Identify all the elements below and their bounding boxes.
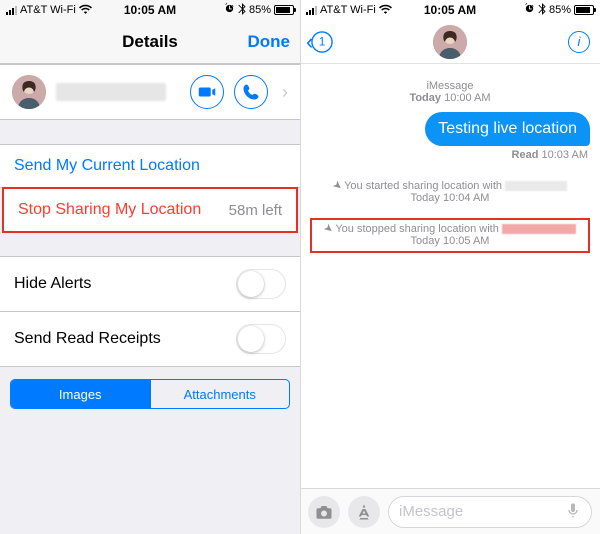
contact-row[interactable]: ›: [0, 64, 300, 120]
redacted-name: [505, 181, 567, 191]
system-message-start-sharing: ➤You started sharing location with Today…: [310, 179, 590, 204]
read-receipts-label: Send Read Receipts: [14, 330, 161, 348]
hide-alerts-label: Hide Alerts: [14, 275, 91, 293]
location-arrow-icon: ➤: [330, 178, 345, 194]
send-current-location-label: Send My Current Location: [14, 157, 200, 175]
contact-avatar[interactable]: [433, 25, 467, 59]
done-button[interactable]: Done: [248, 32, 291, 52]
redacted-name: [502, 224, 576, 234]
segment-images[interactable]: Images: [11, 380, 150, 408]
carrier-label: AT&T Wi-Fi: [320, 4, 376, 16]
camera-button[interactable]: [308, 496, 340, 528]
sent-message-bubble[interactable]: Testing live location: [425, 112, 590, 146]
battery-pct: 85%: [549, 4, 571, 16]
highlight-box-stop-sharing-msg: ➤You stopped sharing location with Today…: [310, 218, 590, 253]
time-left-label: 58m left: [229, 202, 282, 219]
battery-icon: [574, 5, 594, 15]
read-receipt: Read 10:03 AM: [310, 149, 590, 161]
status-time: 10:05 AM: [124, 3, 176, 17]
info-button[interactable]: i: [568, 31, 590, 53]
read-receipts-toggle[interactable]: [236, 324, 286, 354]
contact-avatar: [12, 75, 46, 109]
chevron-right-icon: ›: [282, 82, 288, 103]
alarm-icon: [524, 3, 535, 17]
conversation-screen: AT&T Wi-Fi 10:05 AM 85% ‹ 1 i: [300, 0, 600, 534]
contact-name-redacted: [56, 83, 166, 101]
back-button[interactable]: ‹ 1: [306, 31, 333, 53]
hide-alerts-row: Hide Alerts: [0, 256, 300, 312]
read-receipts-row: Send Read Receipts: [0, 312, 300, 367]
facetime-video-button[interactable]: [190, 75, 224, 109]
status-time: 10:05 AM: [424, 3, 476, 17]
status-bar: AT&T Wi-Fi 10:05 AM 85%: [0, 0, 300, 20]
message-input-bar: iMessage: [300, 488, 600, 534]
bluetooth-icon: [238, 3, 246, 18]
signal-icon: [6, 6, 17, 15]
carrier-label: AT&T Wi-Fi: [20, 4, 76, 16]
battery-icon: [274, 5, 294, 15]
signal-icon: [306, 6, 317, 15]
highlight-box-stop-sharing: Stop Sharing My Location 58m left: [2, 187, 298, 233]
send-current-location-button[interactable]: Send My Current Location: [0, 144, 300, 188]
wifi-icon: [79, 4, 92, 17]
wifi-icon: [379, 4, 392, 17]
system-message-stop-sharing: ➤You stopped sharing location with Today…: [316, 222, 584, 247]
segmented-control: Images Attachments: [10, 379, 290, 409]
status-bar: AT&T Wi-Fi 10:05 AM 85%: [300, 0, 600, 20]
alarm-icon: [224, 3, 235, 17]
hide-alerts-toggle[interactable]: [236, 269, 286, 299]
segment-attachments[interactable]: Attachments: [150, 380, 290, 408]
stop-sharing-label: Stop Sharing My Location: [18, 201, 201, 219]
app-store-button[interactable]: [348, 496, 380, 528]
call-button[interactable]: [234, 75, 268, 109]
nav-bar: Details Done: [0, 20, 300, 64]
dictate-button[interactable]: [565, 502, 581, 522]
bluetooth-icon: [538, 3, 546, 18]
message-placeholder: iMessage: [399, 503, 463, 520]
stop-sharing-location-button[interactable]: Stop Sharing My Location 58m left: [4, 189, 296, 231]
nav-bar: ‹ 1 i: [300, 20, 600, 64]
battery-pct: 85%: [249, 4, 271, 16]
nav-title: Details: [122, 32, 178, 52]
back-badge-icon: 1: [311, 31, 333, 53]
svg-text:1: 1: [319, 34, 326, 48]
thread-timestamp: iMessage Today 10:00 AM: [310, 80, 590, 104]
message-input[interactable]: iMessage: [388, 496, 592, 528]
details-screen: AT&T Wi-Fi 10:05 AM 85% Details Done: [0, 0, 300, 534]
